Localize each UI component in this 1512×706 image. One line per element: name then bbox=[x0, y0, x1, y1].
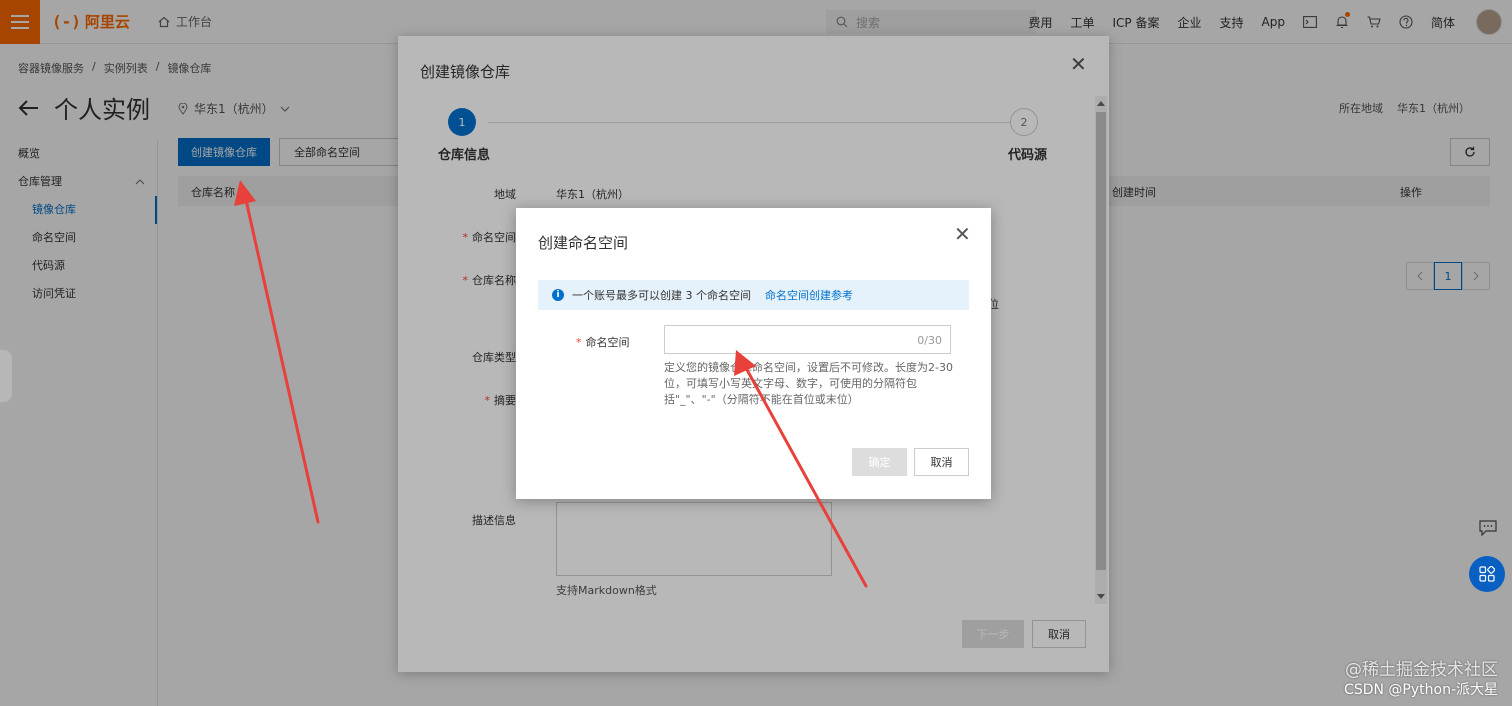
namespace-input[interactable] bbox=[665, 326, 950, 353]
watermark-line-1: @稀土掘金技术社区 bbox=[1345, 660, 1498, 680]
apps-grid-icon[interactable] bbox=[1469, 556, 1505, 592]
create-namespace-dialog: 创建命名空间 ✕ i 一个账号最多可以创建 3 个命名空间 命名空间创建参考 *… bbox=[516, 208, 991, 499]
watermark: @稀土掘金技术社区 CSDN @Python-派大星 bbox=[1344, 660, 1498, 700]
namespace-field-label-text: 命名空间 bbox=[585, 336, 630, 349]
info-icon: i bbox=[552, 289, 564, 301]
namespace-input-wrapper: 0/30 bbox=[664, 325, 951, 354]
watermark-line-2: CSDN @Python-派大星 bbox=[1344, 682, 1498, 698]
namespace-char-count: 0/30 bbox=[917, 334, 942, 347]
namespace-guide-link[interactable]: 命名空间创建参考 bbox=[765, 287, 853, 303]
sidebar-collapse-handle[interactable] bbox=[0, 350, 12, 402]
close-icon[interactable]: ✕ bbox=[954, 224, 971, 244]
feedback-chat-icon[interactable] bbox=[1476, 516, 1500, 540]
confirm-button[interactable]: 确定 bbox=[852, 448, 907, 476]
info-banner-text: 一个账号最多可以创建 3 个命名空间 bbox=[572, 289, 751, 302]
cancel-button[interactable]: 取消 bbox=[914, 448, 969, 476]
namespace-help-text: 定义您的镜像仓库命名空间，设置后不可修改。长度为2-30位，可填写小写英文字母、… bbox=[664, 361, 953, 406]
namespace-field-label: * 命名空间 bbox=[576, 336, 630, 349]
dialog-title: 创建命名空间 bbox=[538, 234, 629, 252]
info-banner: i 一个账号最多可以创建 3 个命名空间 命名空间创建参考 bbox=[538, 280, 969, 310]
